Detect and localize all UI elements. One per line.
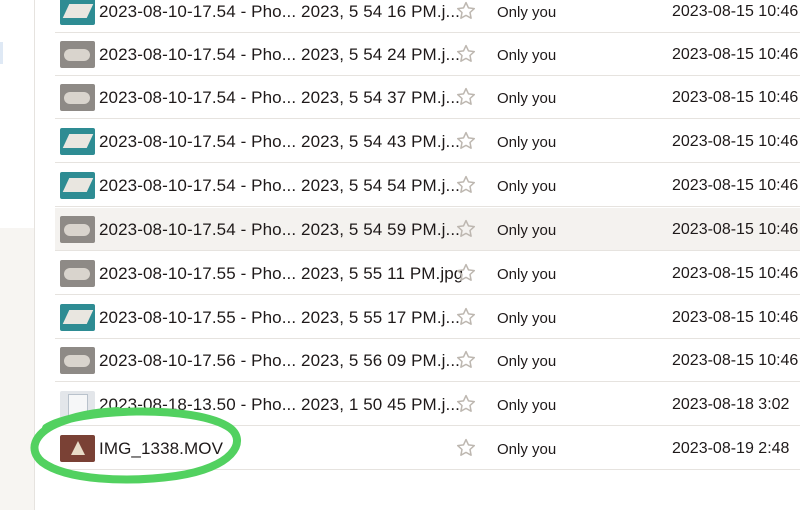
modified-date: 2023-08-15 10:46 <box>672 221 799 238</box>
star-icon[interactable] <box>455 437 477 459</box>
file-row[interactable]: 2023-08-10-17.55 - Pho... 2023, 5 55 11 … <box>55 252 800 295</box>
left-sidebar <box>0 0 35 510</box>
sidebar-selected-indicator <box>0 42 3 64</box>
star-icon[interactable] <box>455 0 477 22</box>
access-label: Only you <box>497 353 557 370</box>
star-icon[interactable] <box>455 86 477 108</box>
star-icon[interactable] <box>455 262 477 284</box>
file-row[interactable]: 2023-08-10-17.54 - Pho... 2023, 5 54 37 … <box>55 76 800 119</box>
file-row[interactable]: 2023-08-10-17.55 - Pho... 2023, 5 55 17 … <box>55 296 800 339</box>
photo-thumbnail <box>60 304 95 331</box>
file-row[interactable]: 2023-08-10-17.56 - Pho... 2023, 5 56 09 … <box>55 339 800 382</box>
file-name[interactable]: 2023-08-10-17.56 - Pho... 2023, 5 56 09 … <box>99 339 460 382</box>
access-label: Only you <box>497 47 557 64</box>
star-icon[interactable] <box>455 174 477 196</box>
file-name[interactable]: IMG_1338.MOV <box>99 427 223 470</box>
file-name[interactable]: 2023-08-10-17.54 - Pho... 2023, 5 54 24 … <box>99 33 460 76</box>
photo-thumbnail <box>60 0 95 25</box>
file-row[interactable]: 2023-08-10-17.54 - Pho... 2023, 5 54 54 … <box>55 164 800 207</box>
modified-date: 2023-08-15 10:46 <box>672 177 799 194</box>
access-label: Only you <box>497 90 557 107</box>
file-row[interactable]: 2023-08-10-17.54 - Pho... 2023, 5 54 16 … <box>55 0 800 33</box>
file-name[interactable]: 2023-08-10-17.54 - Pho... 2023, 5 54 37 … <box>99 76 460 119</box>
modified-date: 2023-08-15 10:46 <box>672 133 799 150</box>
access-label: Only you <box>497 134 557 151</box>
modified-date: 2023-08-15 10:46 <box>672 265 799 282</box>
file-name[interactable]: 2023-08-10-17.54 - Pho... 2023, 5 54 59 … <box>99 208 460 251</box>
file-row[interactable]: 2023-08-10-17.54 - Pho... 2023, 5 54 59 … <box>55 208 800 251</box>
file-name[interactable]: 2023-08-10-17.54 - Pho... 2023, 5 54 43 … <box>99 120 460 163</box>
photo-thumbnail <box>60 216 95 243</box>
file-name[interactable]: 2023-08-10-17.55 - Pho... 2023, 5 55 11 … <box>99 252 463 295</box>
photo-thumbnail <box>60 260 95 287</box>
access-label: Only you <box>497 397 557 414</box>
star-icon[interactable] <box>455 130 477 152</box>
access-label: Only you <box>497 266 557 283</box>
file-row[interactable]: 2023-08-10-17.54 - Pho... 2023, 5 54 24 … <box>55 33 800 76</box>
photo-thumbnail <box>60 128 95 155</box>
file-name[interactable]: 2023-08-18-13.50 - Pho... 2023, 1 50 45 … <box>99 383 460 426</box>
star-icon[interactable] <box>455 43 477 65</box>
photo-thumbnail <box>60 391 95 418</box>
star-icon[interactable] <box>455 349 477 371</box>
modified-date: 2023-08-15 10:46 <box>672 89 799 106</box>
access-label: Only you <box>497 310 557 327</box>
file-row[interactable]: 2023-08-18-13.50 - Pho... 2023, 1 50 45 … <box>55 383 800 426</box>
file-row[interactable]: IMG_1338.MOV Only you 2023-08-19 2:48 <box>55 427 800 470</box>
photo-thumbnail <box>60 347 95 374</box>
file-name[interactable]: 2023-08-10-17.54 - Pho... 2023, 5 54 54 … <box>99 164 460 207</box>
access-label: Only you <box>497 222 557 239</box>
star-icon[interactable] <box>455 306 477 328</box>
star-icon[interactable] <box>455 393 477 415</box>
modified-date: 2023-08-15 10:46 <box>672 309 799 326</box>
video-thumbnail <box>60 435 95 462</box>
modified-date: 2023-08-19 2:48 <box>672 440 790 457</box>
file-row[interactable]: 2023-08-10-17.54 - Pho... 2023, 5 54 43 … <box>55 120 800 163</box>
modified-date: 2023-08-18 3:02 <box>672 396 790 413</box>
photo-thumbnail <box>60 172 95 199</box>
star-icon[interactable] <box>455 218 477 240</box>
modified-date: 2023-08-15 10:46 <box>672 352 799 369</box>
access-label: Only you <box>497 441 557 458</box>
file-name[interactable]: 2023-08-10-17.54 - Pho... 2023, 5 54 16 … <box>99 0 460 33</box>
access-label: Only you <box>497 178 557 195</box>
photo-thumbnail <box>60 84 95 111</box>
file-name[interactable]: 2023-08-10-17.55 - Pho... 2023, 5 55 17 … <box>99 296 460 339</box>
sidebar-lower-panel <box>0 228 34 510</box>
modified-date: 2023-08-15 10:46 <box>672 46 799 63</box>
modified-date: 2023-08-15 10:46 <box>672 3 799 20</box>
access-label: Only you <box>497 4 557 21</box>
photo-thumbnail <box>60 41 95 68</box>
